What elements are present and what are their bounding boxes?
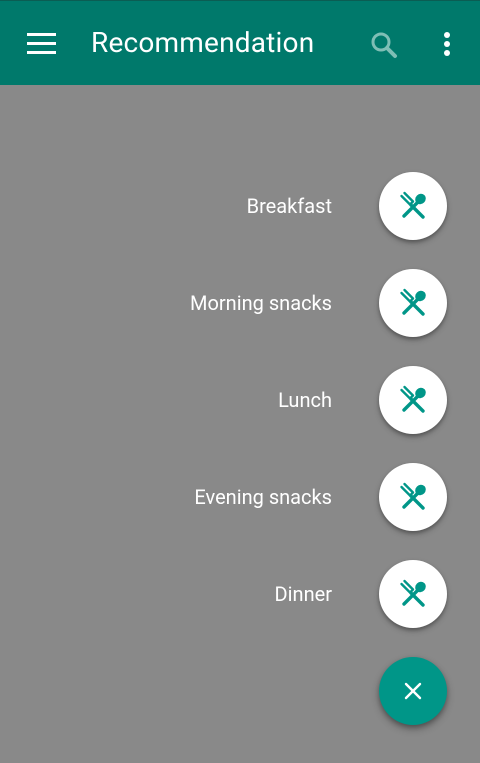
fork-spoon-icon bbox=[400, 385, 426, 413]
morning-snacks-fab-button[interactable] bbox=[379, 269, 447, 337]
close-icon bbox=[404, 682, 422, 700]
meal-option-breakfast[interactable]: Breakfast bbox=[7, 172, 447, 240]
meal-option-morning-snacks[interactable]: Morning snacks bbox=[7, 269, 447, 337]
fork-spoon-icon bbox=[400, 191, 426, 219]
meal-option-label[interactable]: Lunch bbox=[278, 388, 332, 412]
meal-option-dinner[interactable]: Dinner bbox=[7, 560, 447, 628]
app-toolbar: Recommendation bbox=[0, 0, 480, 85]
breakfast-fab-button[interactable] bbox=[379, 172, 447, 240]
meal-option-label[interactable]: Breakfast bbox=[247, 194, 332, 218]
page-title: Recommendation bbox=[91, 26, 315, 59]
dinner-fab-button[interactable] bbox=[379, 560, 447, 628]
fork-spoon-icon bbox=[400, 482, 426, 510]
meal-option-label[interactable]: Dinner bbox=[275, 582, 332, 606]
fork-spoon-icon bbox=[400, 288, 426, 316]
meal-option-evening-snacks[interactable]: Evening snacks bbox=[7, 463, 447, 531]
search-icon[interactable] bbox=[366, 27, 402, 63]
evening-snacks-fab-button[interactable] bbox=[379, 463, 447, 531]
hamburger-menu-icon[interactable] bbox=[20, 23, 64, 63]
lunch-fab-button[interactable] bbox=[379, 366, 447, 434]
fork-spoon-icon bbox=[400, 579, 426, 607]
meal-option-lunch[interactable]: Lunch bbox=[7, 366, 447, 434]
meal-option-label[interactable]: Morning snacks bbox=[190, 291, 332, 315]
meal-option-label[interactable]: Evening snacks bbox=[194, 485, 332, 509]
overflow-more-icon[interactable] bbox=[436, 27, 458, 63]
close-menu-fab-button[interactable] bbox=[379, 657, 447, 725]
